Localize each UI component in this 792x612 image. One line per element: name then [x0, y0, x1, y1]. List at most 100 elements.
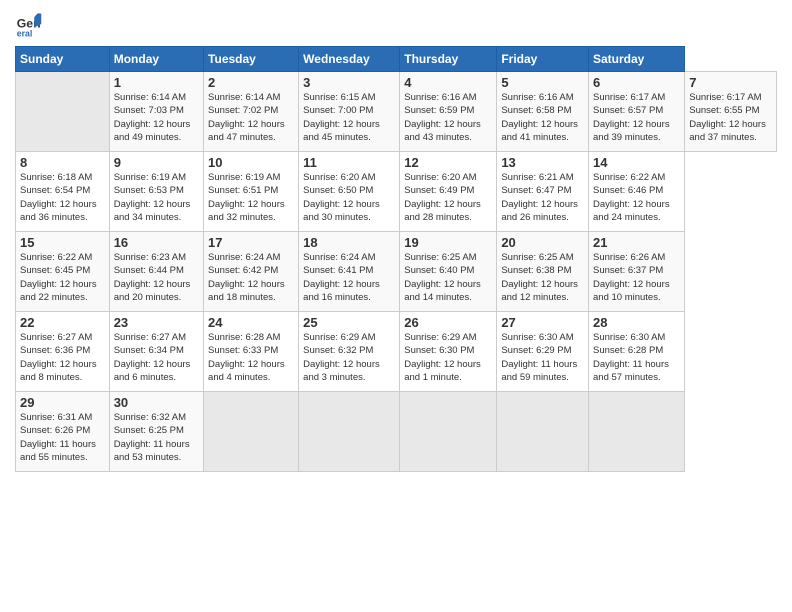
day-detail: Sunrise: 6:23 AMSunset: 6:44 PMDaylight:…: [114, 252, 191, 303]
day-detail: Sunrise: 6:21 AMSunset: 6:47 PMDaylight:…: [501, 172, 578, 223]
calendar-cell: 20 Sunrise: 6:25 AMSunset: 6:38 PMDaylig…: [497, 232, 589, 312]
calendar-cell: [299, 392, 400, 472]
day-number: 23: [114, 315, 199, 330]
day-number: 16: [114, 235, 199, 250]
header-saturday: Saturday: [589, 47, 685, 72]
calendar-cell: 17 Sunrise: 6:24 AMSunset: 6:42 PMDaylig…: [204, 232, 299, 312]
day-number: 13: [501, 155, 584, 170]
day-number: 17: [208, 235, 294, 250]
day-number: 12: [404, 155, 492, 170]
week-row-3: 15 Sunrise: 6:22 AMSunset: 6:45 PMDaylig…: [16, 232, 777, 312]
calendar-cell: 23 Sunrise: 6:27 AMSunset: 6:34 PMDaylig…: [109, 312, 203, 392]
day-number: 26: [404, 315, 492, 330]
day-detail: Sunrise: 6:31 AMSunset: 6:26 PMDaylight:…: [20, 412, 96, 463]
day-detail: Sunrise: 6:30 AMSunset: 6:29 PMDaylight:…: [501, 332, 577, 383]
calendar-cell: 28 Sunrise: 6:30 AMSunset: 6:28 PMDaylig…: [589, 312, 685, 392]
week-row-4: 22 Sunrise: 6:27 AMSunset: 6:36 PMDaylig…: [16, 312, 777, 392]
calendar-cell: 9 Sunrise: 6:19 AMSunset: 6:53 PMDayligh…: [109, 152, 203, 232]
calendar-cell: 24 Sunrise: 6:28 AMSunset: 6:33 PMDaylig…: [204, 312, 299, 392]
header-thursday: Thursday: [400, 47, 497, 72]
logo: Gen eral: [15, 10, 47, 38]
day-number: 21: [593, 235, 680, 250]
day-detail: Sunrise: 6:19 AMSunset: 6:51 PMDaylight:…: [208, 172, 285, 223]
calendar-cell: 3 Sunrise: 6:15 AMSunset: 7:00 PMDayligh…: [299, 72, 400, 152]
day-number: 30: [114, 395, 199, 410]
day-detail: Sunrise: 6:22 AMSunset: 6:45 PMDaylight:…: [20, 252, 97, 303]
calendar-cell: 18 Sunrise: 6:24 AMSunset: 6:41 PMDaylig…: [299, 232, 400, 312]
day-number: 1: [114, 75, 199, 90]
header-sunday: Sunday: [16, 47, 110, 72]
day-detail: Sunrise: 6:17 AMSunset: 6:55 PMDaylight:…: [689, 92, 766, 143]
day-number: 8: [20, 155, 105, 170]
header-tuesday: Tuesday: [204, 47, 299, 72]
calendar-cell: 4 Sunrise: 6:16 AMSunset: 6:59 PMDayligh…: [400, 72, 497, 152]
header-monday: Monday: [109, 47, 203, 72]
calendar-cell: 14 Sunrise: 6:22 AMSunset: 6:46 PMDaylig…: [589, 152, 685, 232]
calendar-cell: 16 Sunrise: 6:23 AMSunset: 6:44 PMDaylig…: [109, 232, 203, 312]
day-detail: Sunrise: 6:14 AMSunset: 7:02 PMDaylight:…: [208, 92, 285, 143]
day-detail: Sunrise: 6:27 AMSunset: 6:36 PMDaylight:…: [20, 332, 97, 383]
calendar-cell: 22 Sunrise: 6:27 AMSunset: 6:36 PMDaylig…: [16, 312, 110, 392]
day-number: 14: [593, 155, 680, 170]
calendar-cell: 12 Sunrise: 6:20 AMSunset: 6:49 PMDaylig…: [400, 152, 497, 232]
calendar-cell: [497, 392, 589, 472]
calendar-cell: 5 Sunrise: 6:16 AMSunset: 6:58 PMDayligh…: [497, 72, 589, 152]
day-detail: Sunrise: 6:24 AMSunset: 6:41 PMDaylight:…: [303, 252, 380, 303]
day-detail: Sunrise: 6:28 AMSunset: 6:33 PMDaylight:…: [208, 332, 285, 383]
day-detail: Sunrise: 6:16 AMSunset: 6:58 PMDaylight:…: [501, 92, 578, 143]
day-number: 29: [20, 395, 105, 410]
calendar-cell: 1 Sunrise: 6:14 AMSunset: 7:03 PMDayligh…: [109, 72, 203, 152]
day-detail: Sunrise: 6:24 AMSunset: 6:42 PMDaylight:…: [208, 252, 285, 303]
day-number: 2: [208, 75, 294, 90]
day-detail: Sunrise: 6:26 AMSunset: 6:37 PMDaylight:…: [593, 252, 670, 303]
day-detail: Sunrise: 6:29 AMSunset: 6:32 PMDaylight:…: [303, 332, 380, 383]
day-detail: Sunrise: 6:15 AMSunset: 7:00 PMDaylight:…: [303, 92, 380, 143]
calendar-cell: 27 Sunrise: 6:30 AMSunset: 6:29 PMDaylig…: [497, 312, 589, 392]
day-number: 5: [501, 75, 584, 90]
day-detail: Sunrise: 6:20 AMSunset: 6:49 PMDaylight:…: [404, 172, 481, 223]
calendar-cell: 26 Sunrise: 6:29 AMSunset: 6:30 PMDaylig…: [400, 312, 497, 392]
day-number: 7: [689, 75, 772, 90]
day-number: 18: [303, 235, 395, 250]
day-detail: Sunrise: 6:30 AMSunset: 6:28 PMDaylight:…: [593, 332, 669, 383]
calendar-header-row: SundayMondayTuesdayWednesdayThursdayFrid…: [16, 47, 777, 72]
calendar-cell: 30 Sunrise: 6:32 AMSunset: 6:25 PMDaylig…: [109, 392, 203, 472]
day-number: 27: [501, 315, 584, 330]
calendar-cell: [589, 392, 685, 472]
calendar-cell: 2 Sunrise: 6:14 AMSunset: 7:02 PMDayligh…: [204, 72, 299, 152]
calendar-cell: [204, 392, 299, 472]
day-detail: Sunrise: 6:20 AMSunset: 6:50 PMDaylight:…: [303, 172, 380, 223]
day-number: 4: [404, 75, 492, 90]
week-row-1: 1 Sunrise: 6:14 AMSunset: 7:03 PMDayligh…: [16, 72, 777, 152]
day-detail: Sunrise: 6:25 AMSunset: 6:38 PMDaylight:…: [501, 252, 578, 303]
day-detail: Sunrise: 6:16 AMSunset: 6:59 PMDaylight:…: [404, 92, 481, 143]
calendar-cell: 6 Sunrise: 6:17 AMSunset: 6:57 PMDayligh…: [589, 72, 685, 152]
day-number: 19: [404, 235, 492, 250]
week-row-2: 8 Sunrise: 6:18 AMSunset: 6:54 PMDayligh…: [16, 152, 777, 232]
header-wednesday: Wednesday: [299, 47, 400, 72]
calendar-cell: 19 Sunrise: 6:25 AMSunset: 6:40 PMDaylig…: [400, 232, 497, 312]
day-number: 3: [303, 75, 395, 90]
day-number: 20: [501, 235, 584, 250]
day-number: 28: [593, 315, 680, 330]
day-detail: Sunrise: 6:32 AMSunset: 6:25 PMDaylight:…: [114, 412, 190, 463]
page-header: Gen eral: [15, 10, 777, 38]
calendar-cell: 8 Sunrise: 6:18 AMSunset: 6:54 PMDayligh…: [16, 152, 110, 232]
calendar-cell: 21 Sunrise: 6:26 AMSunset: 6:37 PMDaylig…: [589, 232, 685, 312]
calendar-cell: 25 Sunrise: 6:29 AMSunset: 6:32 PMDaylig…: [299, 312, 400, 392]
calendar-cell: [400, 392, 497, 472]
day-detail: Sunrise: 6:22 AMSunset: 6:46 PMDaylight:…: [593, 172, 670, 223]
calendar-cell: [16, 72, 110, 152]
day-detail: Sunrise: 6:27 AMSunset: 6:34 PMDaylight:…: [114, 332, 191, 383]
logo-icon: Gen eral: [15, 10, 43, 38]
week-row-5: 29 Sunrise: 6:31 AMSunset: 6:26 PMDaylig…: [16, 392, 777, 472]
day-number: 11: [303, 155, 395, 170]
calendar-cell: 29 Sunrise: 6:31 AMSunset: 6:26 PMDaylig…: [16, 392, 110, 472]
day-detail: Sunrise: 6:29 AMSunset: 6:30 PMDaylight:…: [404, 332, 481, 383]
day-detail: Sunrise: 6:19 AMSunset: 6:53 PMDaylight:…: [114, 172, 191, 223]
day-detail: Sunrise: 6:17 AMSunset: 6:57 PMDaylight:…: [593, 92, 670, 143]
day-detail: Sunrise: 6:14 AMSunset: 7:03 PMDaylight:…: [114, 92, 191, 143]
calendar-cell: 13 Sunrise: 6:21 AMSunset: 6:47 PMDaylig…: [497, 152, 589, 232]
day-number: 22: [20, 315, 105, 330]
day-number: 25: [303, 315, 395, 330]
